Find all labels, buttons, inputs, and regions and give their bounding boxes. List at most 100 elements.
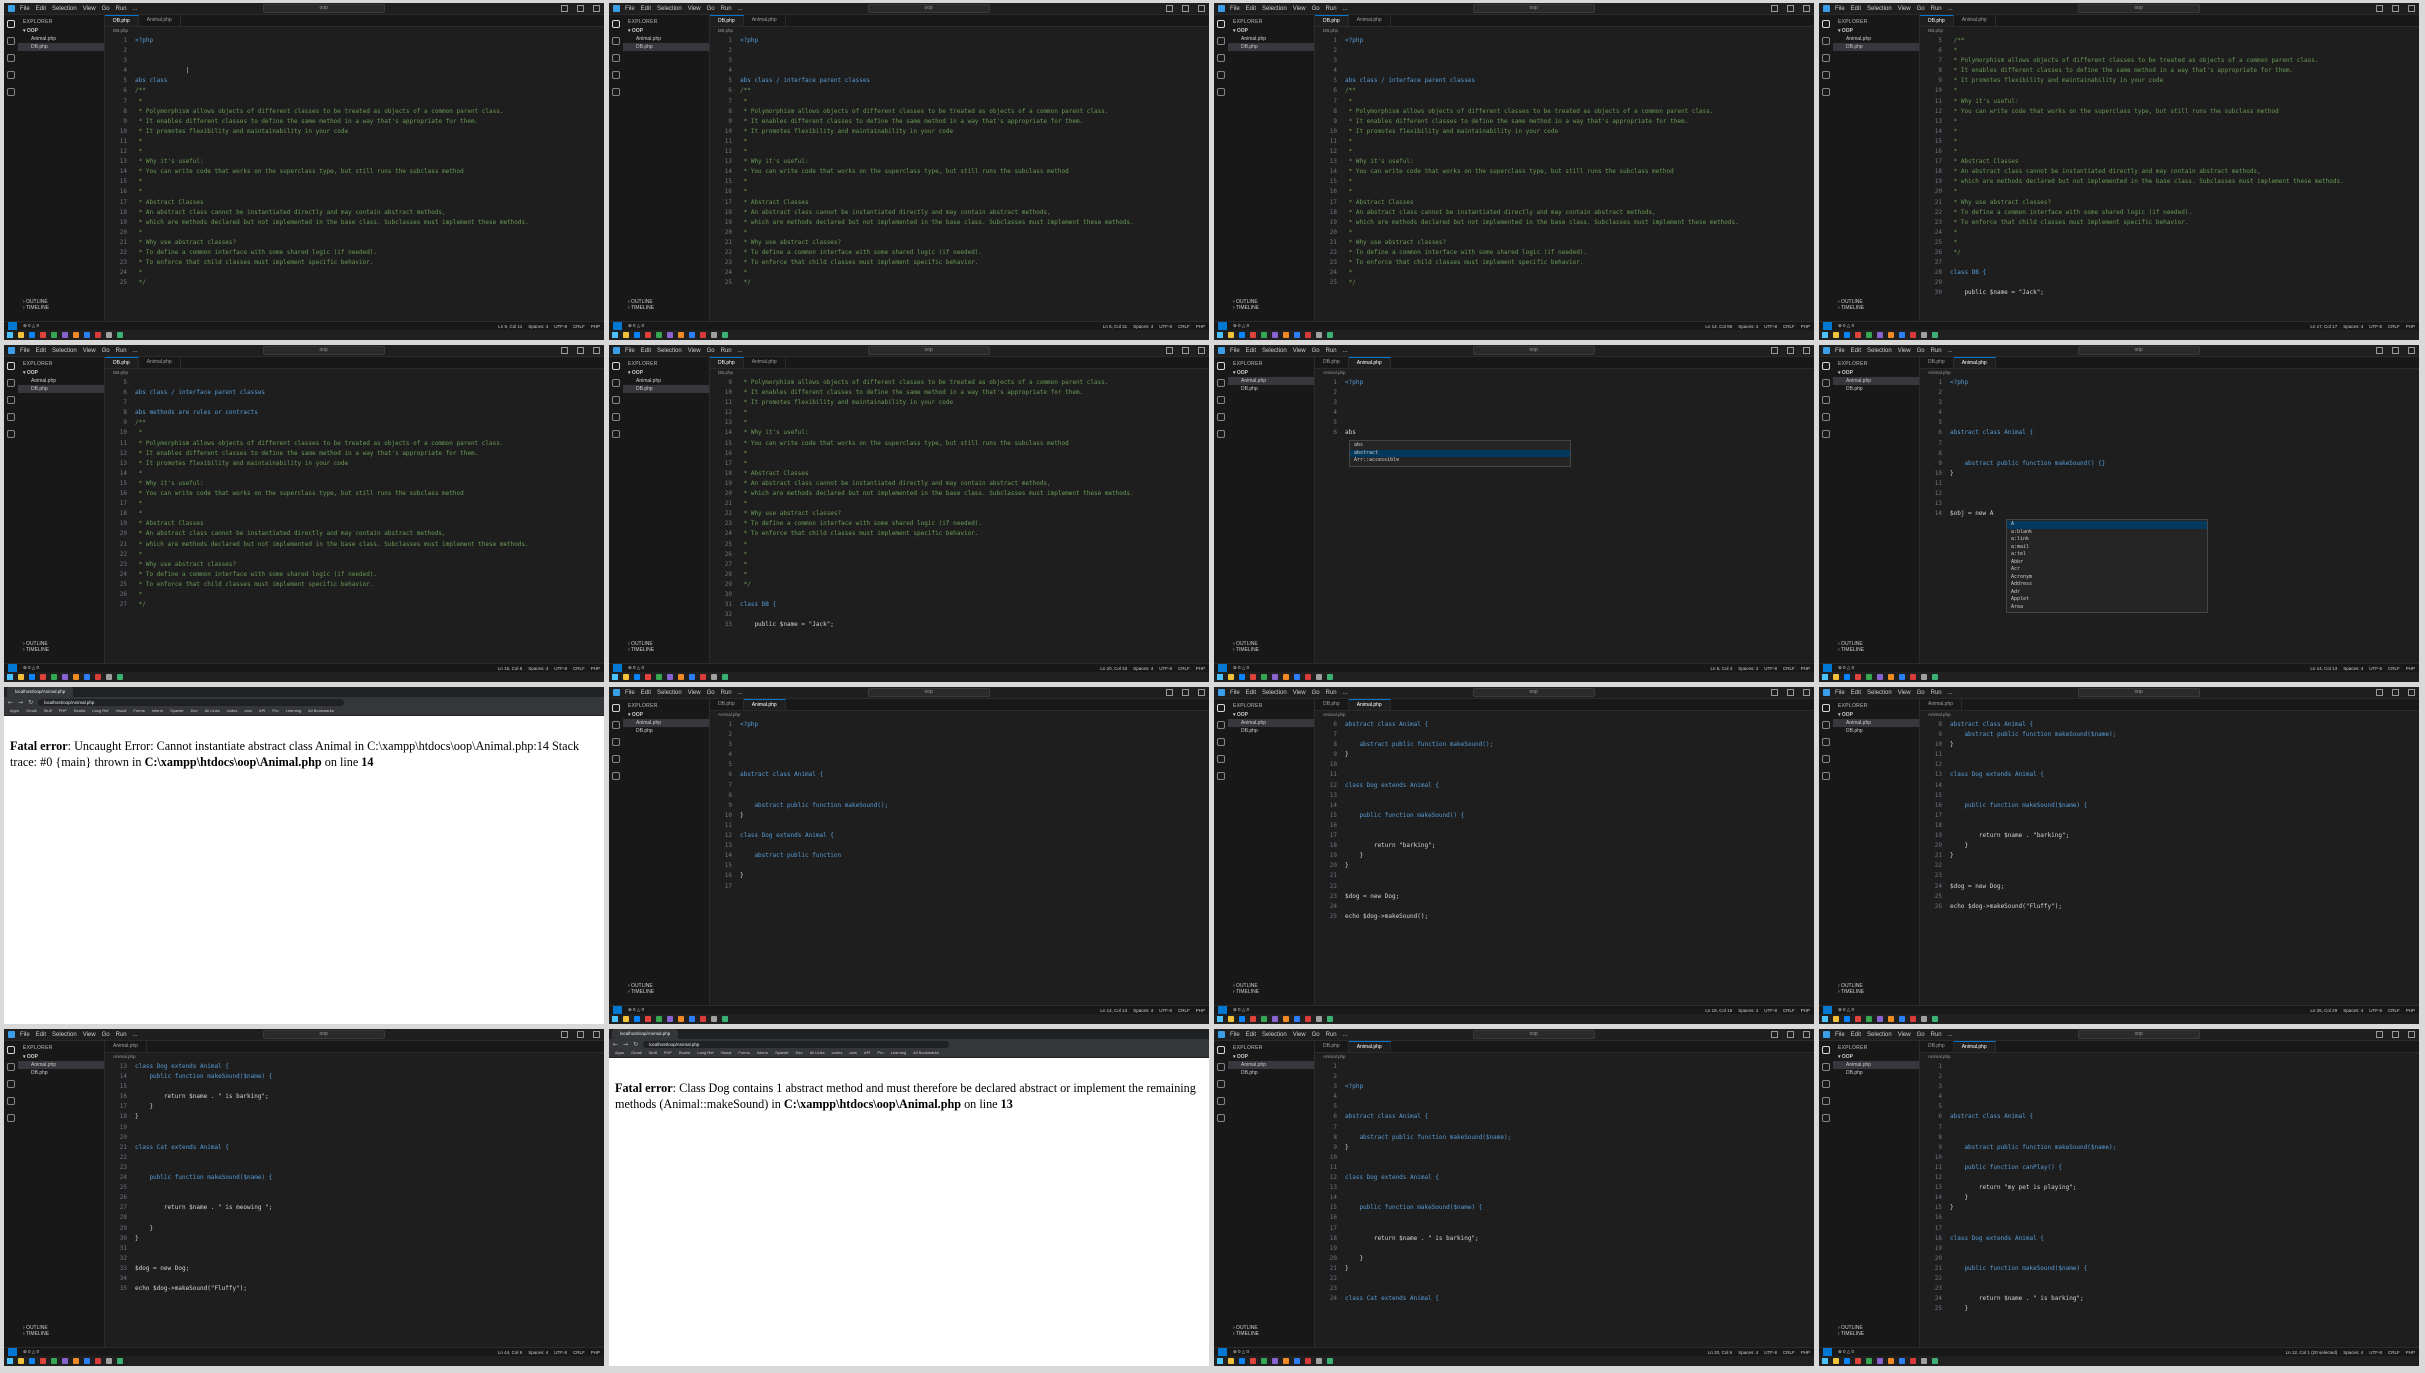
- run-debug-icon[interactable]: [1217, 755, 1225, 763]
- cursor-position[interactable]: Ln 44, Col 9: [498, 1350, 522, 1355]
- tab-animal-php[interactable]: Animal.php: [1953, 357, 1996, 368]
- timeline-section[interactable]: › TIMELINE: [1233, 989, 1259, 995]
- taskbar-app-icon[interactable]: [84, 1358, 90, 1364]
- taskbar-app-icon[interactable]: [1910, 674, 1916, 680]
- taskbar-app-icon[interactable]: [1855, 1016, 1861, 1022]
- language-mode[interactable]: PHP: [2406, 666, 2415, 671]
- maximize-icon[interactable]: [577, 5, 584, 12]
- extensions-icon[interactable]: [7, 430, 15, 438]
- search-icon[interactable]: [1822, 1063, 1830, 1071]
- breadcrumb[interactable]: DB.php: [105, 369, 604, 377]
- menu-item[interactable]: Go: [1312, 6, 1320, 12]
- bookmark-item[interactable]: cars: [244, 707, 252, 715]
- close-icon[interactable]: [593, 5, 600, 12]
- minimize-icon[interactable]: [2376, 5, 2383, 12]
- extensions-icon[interactable]: [1822, 1114, 1830, 1122]
- remote-indicator[interactable]: [613, 322, 622, 330]
- run-debug-icon[interactable]: [612, 71, 620, 79]
- windows-start-icon[interactable]: [1217, 332, 1223, 338]
- taskbar-app-icon[interactable]: [1888, 1016, 1894, 1022]
- tab-db-php[interactable]: DB.php: [1920, 15, 1954, 26]
- breadcrumb[interactable]: Animal.php: [1315, 369, 1814, 377]
- suggestion-item[interactable]: a:mail: [2007, 544, 2207, 552]
- reload-icon[interactable]: ↻: [28, 699, 33, 706]
- breadcrumb[interactable]: Animal.php: [1920, 711, 2419, 719]
- menu-item[interactable]: ...: [1343, 6, 1348, 12]
- suggestion-item[interactable]: Acr: [2007, 566, 2207, 574]
- source-control-icon[interactable]: [1822, 738, 1830, 746]
- indentation[interactable]: Spaces: 4: [2343, 666, 2363, 671]
- run-debug-icon[interactable]: [1822, 413, 1830, 421]
- timeline-section[interactable]: › TIMELINE: [1233, 305, 1259, 311]
- taskbar-app-icon[interactable]: [1855, 332, 1861, 338]
- bookmark-item[interactable]: Bootst: [74, 707, 85, 715]
- problems-count[interactable]: ⊗ 0 △ 0: [1838, 665, 1854, 671]
- language-mode[interactable]: PHP: [1196, 666, 1205, 671]
- bookmark-item[interactable]: Stuff: [44, 707, 52, 715]
- minimize-icon[interactable]: [2376, 1031, 2383, 1038]
- taskbar-app-icon[interactable]: [634, 1016, 640, 1022]
- menu-item[interactable]: View: [688, 690, 701, 696]
- explorer-file[interactable]: DB.php: [623, 727, 709, 735]
- remote-indicator[interactable]: [1218, 1006, 1227, 1014]
- bookmark-item[interactable]: Bootst: [679, 1049, 690, 1057]
- bookmark-item[interactable]: All Bookmarks: [308, 707, 334, 715]
- bookmark-item[interactable]: Lang Ref: [697, 1049, 713, 1057]
- folder-oop[interactable]: ▾ OOP: [1228, 1053, 1314, 1061]
- extensions-icon[interactable]: [1217, 88, 1225, 96]
- encoding[interactable]: UTF-8: [2369, 1008, 2382, 1013]
- command-center-search[interactable]: oop: [867, 4, 990, 13]
- taskbar-app-icon[interactable]: [700, 332, 706, 338]
- bookmark-item[interactable]: PHP: [664, 1049, 672, 1057]
- taskbar-app-icon[interactable]: [40, 1358, 46, 1364]
- menu-item[interactable]: File: [1230, 6, 1240, 12]
- search-icon[interactable]: [1217, 1063, 1225, 1071]
- code-editor[interactable]: 1 <?php 2 3 4 | 5 abs class 6/** 7 * 8 * Polymorp…: [105, 35, 604, 321]
- menu-item[interactable]: View: [688, 6, 701, 12]
- explorer-file[interactable]: DB.php: [1833, 727, 1919, 735]
- taskbar-app-icon[interactable]: [117, 674, 123, 680]
- extensions-icon[interactable]: [7, 88, 15, 96]
- taskbar-app-icon[interactable]: [1921, 332, 1927, 338]
- tab-animal-php[interactable]: Animal.php: [1953, 1041, 1996, 1052]
- command-center-search[interactable]: oop: [262, 346, 385, 355]
- files-icon[interactable]: [612, 20, 620, 28]
- extensions-icon[interactable]: [1822, 772, 1830, 780]
- breadcrumb[interactable]: Animal.php: [710, 711, 1209, 719]
- explorer-file[interactable]: DB.php: [623, 385, 709, 393]
- bookmark-item[interactable]: Pro: [272, 707, 278, 715]
- taskbar-app-icon[interactable]: [1932, 1016, 1938, 1022]
- search-icon[interactable]: [612, 37, 620, 45]
- remote-indicator[interactable]: [1218, 1348, 1227, 1356]
- menu-item[interactable]: Go: [1312, 348, 1320, 354]
- taskbar-app-icon[interactable]: [84, 674, 90, 680]
- address-bar[interactable]: localhost/oop/Animal.php: [38, 698, 345, 706]
- search-icon[interactable]: [612, 379, 620, 387]
- taskbar-app-icon[interactable]: [1283, 674, 1289, 680]
- bookmark-item[interactable]: Dev: [796, 1049, 803, 1057]
- suggestion-item[interactable]: Adr: [2007, 589, 2207, 597]
- maximize-icon[interactable]: [2392, 689, 2399, 696]
- taskbar-app-icon[interactable]: [1294, 1016, 1300, 1022]
- timeline-section[interactable]: › TIMELINE: [628, 305, 654, 311]
- taskbar-app-icon[interactable]: [645, 1016, 651, 1022]
- browser-tab[interactable]: localhost/oop/Animal.php: [612, 1029, 679, 1039]
- remote-indicator[interactable]: [8, 1348, 17, 1356]
- files-icon[interactable]: [612, 362, 620, 370]
- timeline-section[interactable]: › TIMELINE: [628, 989, 654, 995]
- taskbar-app-icon[interactable]: [1833, 1016, 1839, 1022]
- search-icon[interactable]: [1217, 37, 1225, 45]
- indentation[interactable]: Spaces: 4: [1133, 1008, 1153, 1013]
- files-icon[interactable]: [1217, 362, 1225, 370]
- menu-item[interactable]: File: [1230, 690, 1240, 696]
- suggestion-item[interactable]: A: [2007, 521, 2207, 529]
- taskbar-app-icon[interactable]: [1910, 1016, 1916, 1022]
- explorer-file[interactable]: Animal.php: [623, 719, 709, 727]
- taskbar-app-icon[interactable]: [1921, 1016, 1927, 1022]
- menu-item[interactable]: Selection: [657, 348, 682, 354]
- explorer-file[interactable]: DB.php: [18, 43, 104, 51]
- code-editor[interactable]: 1 <?php 2 3 4 5 6 abstract class Animal {7 8 9 ab…: [710, 719, 1209, 1005]
- folder-oop[interactable]: ▾ OOP: [18, 369, 104, 377]
- taskbar-app-icon[interactable]: [1888, 332, 1894, 338]
- language-mode[interactable]: PHP: [1801, 1350, 1810, 1355]
